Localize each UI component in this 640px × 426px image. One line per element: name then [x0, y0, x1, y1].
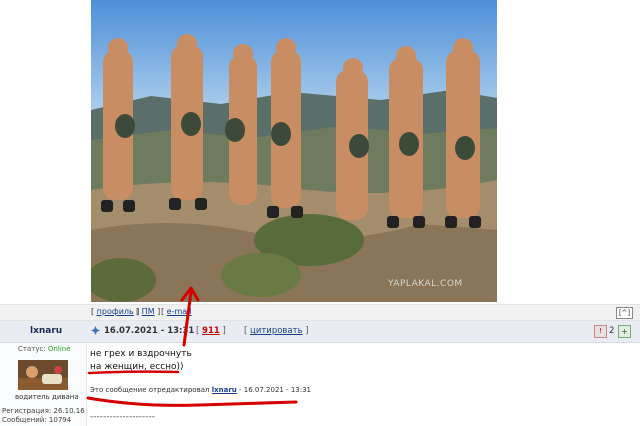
post-header: lxnaru 16.07.2021 - 13:31 [ 911 ] [ цити…	[0, 321, 640, 343]
plus-icon[interactable]: +	[618, 325, 631, 338]
photo-illustration	[91, 0, 497, 302]
edit-note: Это сообщение отредактировал lxnaru - 16…	[90, 386, 311, 394]
post-action-bar: [ профиль ] [ ПМ ] [ e-mail [^]	[0, 304, 640, 321]
post-number-link[interactable]: [ 911 ]	[196, 326, 226, 336]
user-info-column: Статус: Online водитель дивана Регистрац…	[0, 343, 87, 426]
email-link[interactable]: [ e-mail	[161, 307, 192, 316]
edit-user-link[interactable]: lxnaru	[212, 386, 237, 394]
profile-link[interactable]: [ профиль ]	[91, 307, 139, 316]
user-status: Статус: Online	[18, 345, 71, 353]
scroll-top-button[interactable]: [^]	[616, 307, 633, 319]
user-message-count: Сообщений: 10794	[2, 416, 72, 424]
avatar[interactable]	[18, 360, 68, 390]
user-registration: Регистрация: 26.10.16	[2, 407, 85, 415]
pm-link[interactable]: [ ПМ ]	[136, 307, 160, 316]
post-photo	[91, 0, 497, 302]
post-author-name[interactable]: lxnaru	[30, 326, 62, 336]
quote-button[interactable]: [ цитировать ]	[244, 326, 309, 336]
photo-watermark: YAPLAKAL.COM	[388, 279, 463, 289]
post-body: не грех и вздрочнуть на женщин, ессно))	[90, 348, 192, 374]
user-rank: водитель дивана	[15, 393, 79, 401]
alert-icon[interactable]: !	[594, 325, 607, 338]
post-body-line: на женщин, ессно))	[90, 362, 184, 372]
reply-count: 2	[609, 326, 615, 336]
post-body-line: не грех и вздрочнуть	[90, 349, 192, 359]
signature-divider: --------------------	[90, 412, 155, 422]
post-marker-icon[interactable]	[91, 326, 100, 335]
post-date: 16.07.2021 - 13:31	[104, 326, 195, 336]
